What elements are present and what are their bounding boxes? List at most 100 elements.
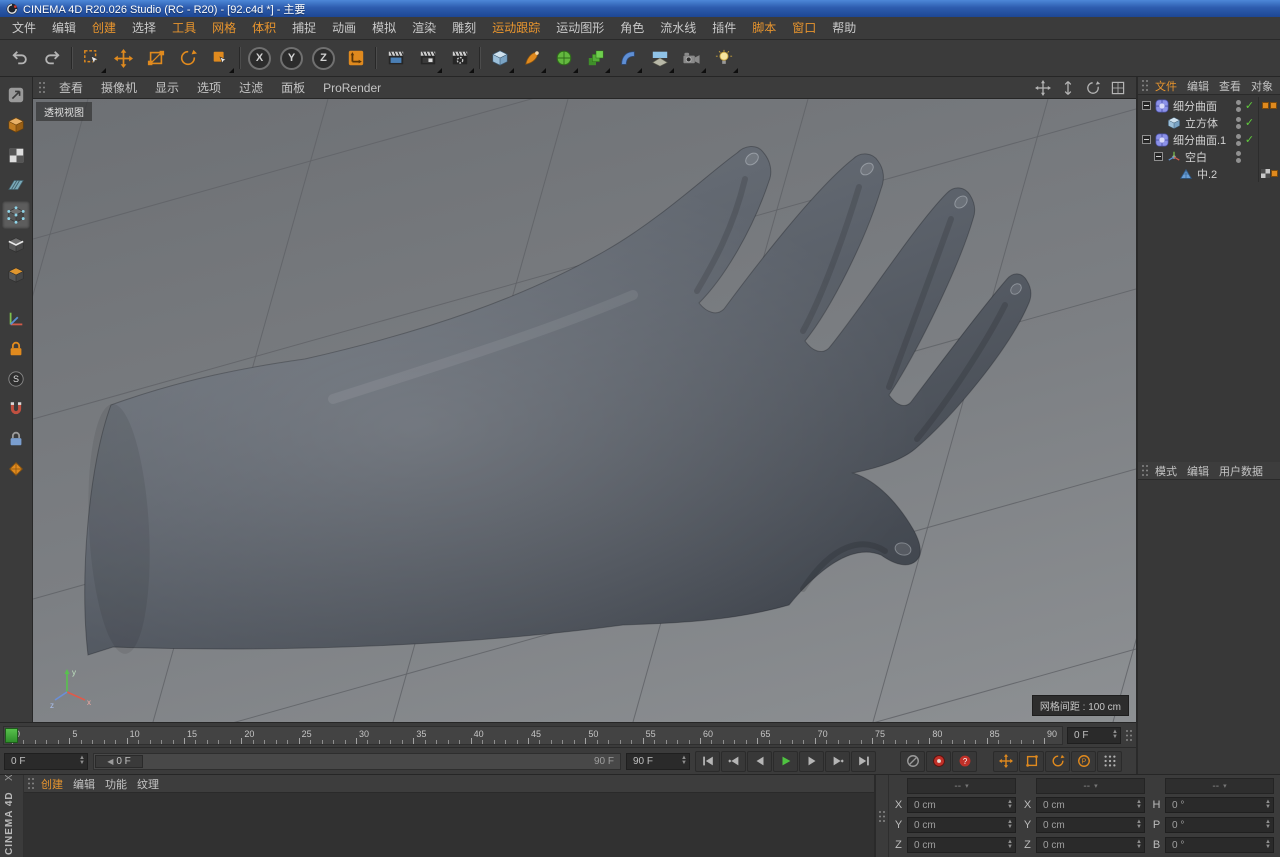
play-button[interactable] <box>773 750 798 772</box>
menu-item-pipeline[interactable]: 流水线 <box>652 17 704 39</box>
coord-header-position[interactable]: -- ▾ <box>907 778 1016 794</box>
add-camera-button[interactable] <box>676 43 707 74</box>
add-light-button[interactable] <box>708 43 739 74</box>
panel-grip-icon[interactable] <box>27 777 35 790</box>
object-row[interactable]: 中.2 <box>1138 165 1280 182</box>
stepper-icon[interactable]: ▲ ▼ <box>1007 839 1013 850</box>
menu-item-tools[interactable]: 工具 <box>164 17 204 39</box>
coord-size-x-input[interactable]: 0 cm ▲ ▼ <box>1036 797 1145 813</box>
coordinate-system-button[interactable] <box>340 43 371 74</box>
prev-frame-button[interactable] <box>747 750 772 772</box>
coord-position-y-input[interactable]: 0 cm ▲ ▼ <box>907 817 1016 833</box>
panel-grip[interactable] <box>876 775 889 857</box>
points-mode-button[interactable] <box>2 201 30 229</box>
key-parameter-button[interactable]: P <box>1071 750 1096 772</box>
coord-header-size[interactable]: -- ▾ <box>1036 778 1145 794</box>
scale-tool-button[interactable] <box>140 43 171 74</box>
visibility-dots[interactable] <box>1234 99 1243 112</box>
visibility-dots[interactable] <box>1234 116 1243 129</box>
coord-size-y-input[interactable]: 0 cm ▲ ▼ <box>1036 817 1145 833</box>
live-selection-button[interactable] <box>76 43 107 74</box>
snapping-button[interactable] <box>2 395 30 423</box>
coord-rotation-p-input[interactable]: 0 ° ▲ ▼ <box>1165 817 1274 833</box>
goto-end-button[interactable] <box>851 750 876 772</box>
menu-item-snap[interactable]: 捕捉 <box>284 17 324 39</box>
add-deformer-button[interactable] <box>612 43 643 74</box>
quantize-button[interactable] <box>2 425 30 453</box>
attr-menu-user-data[interactable]: 用户数据 <box>1215 463 1267 479</box>
om-menu-view[interactable]: 查看 <box>1215 78 1245 94</box>
coord-header-rotation[interactable]: -- ▾ <box>1165 778 1274 794</box>
menu-item-mograph[interactable]: 运动图形 <box>548 17 612 39</box>
stepper-icon[interactable]: ▲ ▼ <box>1136 819 1142 830</box>
timeline-grip-icon[interactable] <box>1125 729 1133 742</box>
menu-item-character[interactable]: 角色 <box>612 17 652 39</box>
expander-icon[interactable] <box>1142 135 1151 144</box>
timeline-ruler[interactable]: 051015202530354045505560657075808590 <box>3 725 1063 745</box>
goto-start-button[interactable] <box>695 750 720 772</box>
viewport-canvas[interactable]: 透视视图 y x z 网格间距 : 100 cm <box>33 99 1136 722</box>
preview-range-slider[interactable]: ◀ 0 F 90 F <box>93 752 621 770</box>
texture-mode-button[interactable] <box>2 141 30 169</box>
object-row[interactable]: 细分曲面.1 ✓ <box>1138 131 1280 148</box>
attr-menu-edit[interactable]: 编辑 <box>1183 463 1213 479</box>
expander-icon[interactable] <box>1154 152 1163 161</box>
lock-z-axis-button[interactable]: Z <box>308 43 339 74</box>
add-generator-button[interactable] <box>548 43 579 74</box>
coord-rotation-b-input[interactable]: 0 ° ▲ ▼ <box>1165 837 1274 853</box>
next-key-button[interactable] <box>825 750 850 772</box>
menu-item-file[interactable]: 文件 <box>4 17 44 39</box>
add-cube-button[interactable] <box>484 43 515 74</box>
last-used-tool-button[interactable] <box>204 43 235 74</box>
enabled-check[interactable]: ✓ <box>1243 133 1256 146</box>
view-label[interactable]: 透视视图 <box>36 102 92 121</box>
texture-tag-icon[interactable] <box>1260 169 1270 178</box>
coord-size-z-input[interactable]: 0 cm ▲ ▼ <box>1036 837 1145 853</box>
viewport-menu-prorender[interactable]: ProRender <box>314 81 390 95</box>
autokeying-button[interactable]: ? <box>952 750 977 772</box>
key-pla-button[interactable] <box>1097 750 1122 772</box>
object-row[interactable]: 立方体 ✓ <box>1138 114 1280 131</box>
toggle-view-button[interactable] <box>1107 79 1129 97</box>
menu-item-motion-tracker[interactable]: 运动跟踪 <box>484 17 548 39</box>
undo-button[interactable] <box>4 43 35 74</box>
panel-grip-icon[interactable] <box>1141 79 1149 92</box>
enabled-check[interactable]: ✓ <box>1243 116 1256 129</box>
key-rotation-button[interactable] <box>1045 750 1070 772</box>
viewport-menu-filter[interactable]: 过滤 <box>230 79 272 96</box>
menu-item-sculpt[interactable]: 雕刻 <box>444 17 484 39</box>
lock-workplane-button[interactable] <box>2 335 30 363</box>
workplane-snap-button[interactable] <box>2 455 30 483</box>
material-tag-icon[interactable] <box>1270 170 1278 177</box>
visibility-dots[interactable] <box>1234 133 1243 146</box>
stepper-icon[interactable]: ▲ ▼ <box>1112 729 1118 740</box>
model-mode-button[interactable] <box>2 111 30 139</box>
redo-button[interactable] <box>36 43 67 74</box>
tag-column[interactable] <box>1258 114 1279 131</box>
rotate-view-button[interactable] <box>1082 79 1104 97</box>
viewport-menu-view[interactable]: 查看 <box>50 79 92 96</box>
polygons-mode-button[interactable] <box>2 261 30 289</box>
object-row[interactable]: 细分曲面 ✓ <box>1138 97 1280 114</box>
stepper-icon[interactable]: ▲ ▼ <box>1136 839 1142 850</box>
workplane-mode-button[interactable] <box>2 171 30 199</box>
pan-view-button[interactable] <box>1032 79 1054 97</box>
add-spline-button[interactable] <box>516 43 547 74</box>
range-slider-grip[interactable]: ◀ 0 F <box>95 754 143 768</box>
panel-grip-icon[interactable] <box>38 81 46 94</box>
viewport-menu-panel[interactable]: 面板 <box>272 79 314 96</box>
stepper-icon[interactable]: ▲ ▼ <box>681 755 687 766</box>
object-row[interactable]: 空白 <box>1138 148 1280 165</box>
panel-grip-icon[interactable] <box>1141 464 1149 477</box>
add-mograph-button[interactable] <box>580 43 611 74</box>
coord-position-x-input[interactable]: 0 cm ▲ ▼ <box>907 797 1016 813</box>
add-environment-button[interactable] <box>644 43 675 74</box>
coord-position-z-input[interactable]: 0 cm ▲ ▼ <box>907 837 1016 853</box>
lock-y-axis-button[interactable]: Y <box>276 43 307 74</box>
viewport-menu-display[interactable]: 显示 <box>146 79 188 96</box>
visibility-dots[interactable] <box>1234 150 1243 163</box>
tag-column[interactable] <box>1258 131 1279 148</box>
material-menu-edit[interactable]: 编辑 <box>69 776 99 792</box>
prev-key-button[interactable] <box>721 750 746 772</box>
stepper-icon[interactable]: ▲ ▼ <box>79 755 85 766</box>
